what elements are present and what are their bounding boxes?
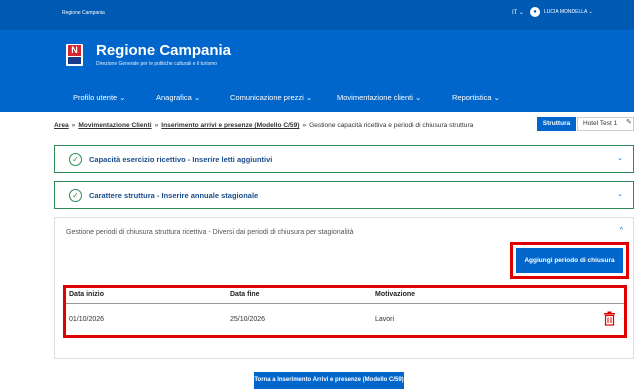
- nav-item-profilo-utente[interactable]: Profilo utente ⌄: [73, 93, 126, 102]
- main-nav: Profilo utente ⌄ Anagrafica ⌄ Comunicazi…: [0, 84, 634, 112]
- column-header-end-date: Data fine: [230, 291, 260, 298]
- divider: [66, 303, 624, 304]
- user-menu[interactable]: ● LUCIA MONDELLA ⌄: [530, 7, 593, 17]
- nav-item-comunicazione-prezzi[interactable]: Comunicazione prezzi ⌄: [230, 93, 312, 102]
- accordion-capacita[interactable]: ✓ Capacità esercizio ricettivo - Inserir…: [54, 145, 634, 173]
- highlight-frame: [63, 285, 627, 338]
- column-header-start-date: Data inizio: [69, 291, 105, 298]
- language-selector[interactable]: IT ⌄: [512, 9, 524, 16]
- site-name[interactable]: Regione Campania: [62, 10, 105, 16]
- header-title[interactable]: Regione Campania: [96, 42, 231, 59]
- header-subtitle: Direzione Generale per le politiche cult…: [96, 61, 217, 67]
- user-name: LUCIA MONDELLA ⌄: [544, 9, 593, 15]
- chevron-down-icon[interactable]: ⌄: [617, 154, 623, 162]
- site-header: N Regione Campania Direzione Generale pe…: [0, 30, 634, 84]
- check-circle-icon: ✓: [69, 189, 82, 202]
- accordion-title: Capacità esercizio ricettivo - Inserire …: [89, 155, 273, 164]
- breadcrumb-inserimento-arrivi[interactable]: Inserimento arrivi e presenze (Modello C…: [161, 122, 299, 129]
- structure-tab[interactable]: Struttura: [537, 117, 576, 131]
- chevron-down-icon[interactable]: ⌄: [617, 190, 623, 198]
- accordion-title: Carattere struttura - Inserire annuale s…: [89, 191, 259, 200]
- back-button[interactable]: Torna a Inserimento Arrivi e presenze (M…: [254, 372, 404, 389]
- top-bar: Regione Campania IT ⌄ ● LUCIA MONDELLA ⌄: [0, 0, 634, 30]
- breadcrumb: Area» Movimentazione Clienti» Inserimento …: [54, 122, 474, 129]
- cell-reason: Lavori: [375, 316, 395, 323]
- panel-title: Gestione periodi di chiusura struttura r…: [66, 229, 354, 236]
- breadcrumb-movimentazione-clienti[interactable]: Movimentazione Clienti: [78, 122, 151, 129]
- add-closing-period-button[interactable]: Aggiungi periodo di chiusura: [516, 248, 623, 273]
- breadcrumb-current: Gestione capacità ricettiva e periodi di…: [309, 122, 474, 129]
- cell-end-date: 25/10/2026: [230, 316, 266, 323]
- region-logo[interactable]: N: [66, 44, 83, 66]
- nav-item-reportistica[interactable]: Reportistica ⌄: [452, 93, 500, 102]
- pencil-icon[interactable]: ✎: [626, 118, 632, 126]
- trash-icon[interactable]: [603, 311, 616, 326]
- column-header-reason: Motivazione: [375, 291, 416, 298]
- cell-start-date: 01/10/2026: [69, 316, 105, 323]
- user-icon: ●: [530, 7, 540, 17]
- breadcrumb-area[interactable]: Area: [54, 122, 69, 129]
- chevron-up-icon[interactable]: ^: [620, 227, 623, 234]
- accordion-carattere[interactable]: ✓ Carattere struttura - Inserire annuale…: [54, 181, 634, 209]
- check-circle-icon: ✓: [69, 153, 82, 166]
- nav-item-movimentazione-clienti[interactable]: Movimentazione clienti ⌄: [337, 93, 421, 102]
- nav-item-anagrafica[interactable]: Anagrafica ⌄: [156, 93, 200, 102]
